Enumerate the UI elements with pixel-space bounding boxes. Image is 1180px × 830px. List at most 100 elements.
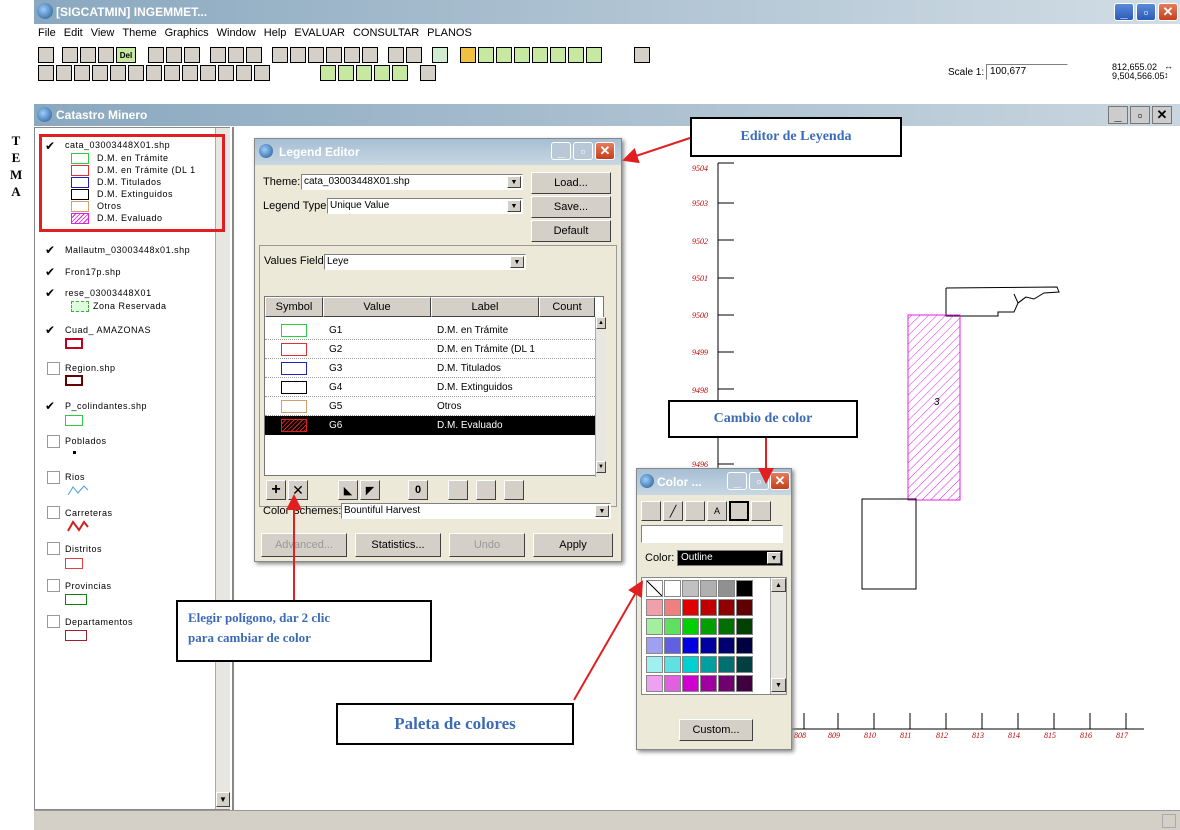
zoom-select-icon[interactable] [362, 47, 378, 63]
table-row[interactable]: G2 D.M. en Trámite (DL 1 [265, 340, 595, 359]
table-icon[interactable] [148, 47, 164, 63]
toc-theme-cata[interactable]: cata_03003448X01.shp [65, 140, 170, 150]
view-close-button[interactable]: ✕ [1152, 106, 1172, 124]
zero-button[interactable]: 0 [408, 480, 428, 500]
col-label[interactable]: Label [431, 297, 539, 317]
color-cell[interactable] [700, 580, 717, 597]
color-cell[interactable] [700, 637, 717, 654]
select-graphics-icon[interactable] [290, 47, 306, 63]
toc-theme-carreteras[interactable]: Carreteras [65, 508, 113, 518]
sort-icon[interactable] [476, 480, 496, 500]
color-cell[interactable] [736, 618, 753, 635]
layout-icon[interactable] [166, 47, 182, 63]
scroll-down-icon[interactable]: ▼ [771, 678, 786, 692]
font-palette-icon[interactable]: A [707, 501, 727, 521]
check-icon[interactable]: ✔ [45, 139, 55, 153]
map-tool-icon[interactable] [356, 65, 372, 81]
menu-view[interactable]: View [91, 27, 115, 43]
color-cell[interactable] [718, 599, 735, 616]
color-palette-icon[interactable] [729, 501, 749, 521]
check-icon[interactable]: ✔ [45, 323, 55, 337]
circle-icon[interactable] [514, 47, 530, 63]
theme-select[interactable]: cata_03003448X01.shp ▼ [301, 174, 523, 190]
toc-theme-distritos[interactable]: Distritos [65, 544, 102, 554]
demote-icon[interactable]: ◤ [360, 480, 380, 500]
color-cell[interactable] [646, 637, 663, 654]
statistics-button[interactable]: Statistics... [355, 533, 441, 557]
color-cell[interactable] [718, 618, 735, 635]
find-icon[interactable] [210, 47, 226, 63]
toc-theme-provincias[interactable]: Provincias [65, 581, 112, 591]
save-icon[interactable] [38, 47, 54, 63]
menu-file[interactable]: File [38, 27, 56, 43]
color-cell[interactable] [736, 656, 753, 673]
merge-icon[interactable] [448, 480, 468, 500]
color-cell[interactable] [736, 637, 753, 654]
checkbox[interactable] [47, 506, 60, 519]
palette-manager-icon[interactable] [751, 501, 771, 521]
edit-legend-icon[interactable] [98, 47, 114, 63]
save-button[interactable]: Save... [531, 196, 611, 218]
toc-theme-cuad[interactable]: Cuad_ AMAZONAS [65, 325, 151, 335]
color-cell[interactable] [682, 656, 699, 673]
color-select[interactable]: Outline ▼ [677, 550, 783, 566]
default-button[interactable]: Default [531, 220, 611, 242]
color-close-button[interactable]: ✕ [770, 472, 790, 490]
color-cell[interactable] [682, 637, 699, 654]
identify-icon[interactable] [38, 65, 54, 81]
delete-icon[interactable]: Del [116, 47, 136, 63]
minimize-button[interactable]: _ [1114, 3, 1134, 21]
scroll-down-icon[interactable]: ▼ [596, 461, 606, 473]
menu-theme[interactable]: Theme [122, 27, 156, 43]
color-cell[interactable] [718, 580, 735, 597]
load-button[interactable]: Load... [531, 172, 611, 194]
symbol-swatch[interactable] [281, 343, 307, 356]
menu-graphics[interactable]: Graphics [165, 27, 209, 43]
values-field-select[interactable]: Leye ▼ [324, 254, 526, 270]
symbol-swatch[interactable] [281, 419, 307, 432]
hash-frame-icon[interactable] [478, 47, 494, 63]
menu-consultar[interactable]: CONSULTAR [353, 27, 419, 43]
color-cell[interactable] [646, 618, 663, 635]
color-cell[interactable] [664, 656, 681, 673]
legend-type-select[interactable]: Unique Value ▼ [327, 198, 523, 214]
color-cell[interactable] [736, 675, 753, 692]
menu-window[interactable]: Window [217, 27, 256, 43]
promote-icon[interactable]: ◣ [338, 480, 358, 500]
zoom-out-icon[interactable] [128, 65, 144, 81]
theme-props-icon[interactable] [80, 47, 96, 63]
checkbox[interactable] [47, 542, 60, 555]
chevron-down-icon[interactable]: ▼ [507, 200, 521, 212]
color-cell[interactable] [700, 599, 717, 616]
legend-min-button[interactable]: _ [551, 142, 571, 160]
hash-grid-icon[interactable] [496, 47, 512, 63]
toc-theme-mallautm[interactable]: Mallautm_03003448x01.shp [65, 245, 190, 255]
pan-icon[interactable] [146, 65, 162, 81]
chart-icon[interactable] [586, 47, 602, 63]
chevron-down-icon[interactable]: ▼ [595, 505, 609, 517]
chevron-down-icon[interactable]: ▼ [507, 176, 521, 188]
locate-icon[interactable] [246, 47, 262, 63]
color-cell[interactable] [664, 618, 681, 635]
hotlink-icon[interactable] [182, 65, 198, 81]
arrow-tool-icon[interactable] [338, 65, 354, 81]
select-box-icon[interactable] [92, 65, 108, 81]
color-cell[interactable] [718, 675, 735, 692]
select-theme-icon[interactable] [272, 47, 288, 63]
view-minimize-button[interactable]: _ [1108, 106, 1128, 124]
folder-icon[interactable] [460, 47, 476, 63]
query-icon[interactable] [228, 47, 244, 63]
add-row-icon[interactable]: + [266, 480, 286, 500]
checkbox[interactable] [47, 579, 60, 592]
d-icon[interactable] [550, 47, 566, 63]
table-scrollbar[interactable]: ▲ ▼ [595, 317, 606, 477]
fill-palette-icon[interactable] [641, 501, 661, 521]
toc-theme-fron17p[interactable]: Fron17p.shp [65, 267, 121, 277]
table-row[interactable]: G1 D.M. en Trámite [265, 321, 595, 340]
color-max-button[interactable]: ▫ [749, 472, 769, 490]
color-cell[interactable] [700, 656, 717, 673]
color-cell[interactable] [700, 675, 717, 692]
vertex-icon[interactable] [74, 65, 90, 81]
table-row[interactable]: G5 Otros [265, 397, 595, 416]
report-icon[interactable] [420, 65, 436, 81]
